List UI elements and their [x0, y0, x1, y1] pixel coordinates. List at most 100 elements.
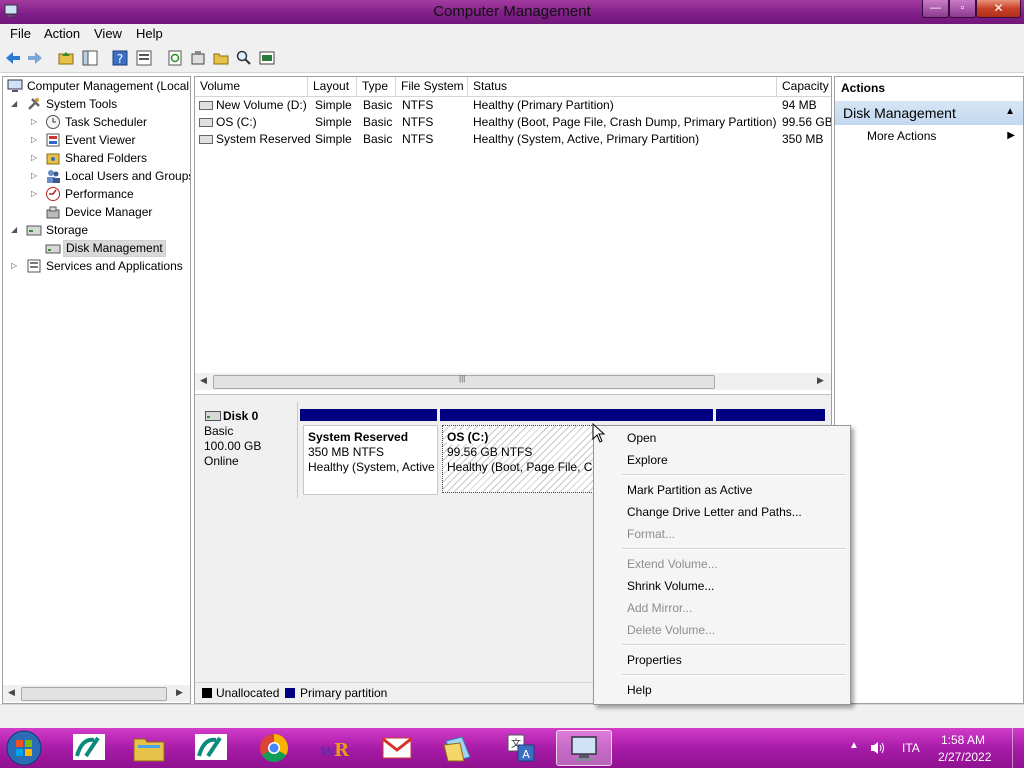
clock-date[interactable]: 2/27/2022: [938, 750, 991, 764]
table-row[interactable]: System Reserved Simple Basic NTFS Health…: [195, 131, 831, 148]
mouse-cursor-icon: [592, 423, 606, 443]
menu-item-open[interactable]: Open: [627, 428, 656, 448]
refresh-icon[interactable]: [166, 49, 184, 67]
close-button[interactable]: ✕: [976, 0, 1021, 18]
clock-time[interactable]: 1:58 AM: [941, 733, 985, 747]
storage-icon: [26, 225, 42, 236]
menu-item-delete-volume[interactable]: Delete Volume...: [627, 620, 715, 640]
taskbar-app[interactable]: [62, 730, 118, 766]
menu-item-format[interactable]: Format...: [627, 524, 675, 544]
volume-list-header: Volume Layout Type File System Status Ca…: [195, 77, 831, 97]
computer-icon: [7, 79, 23, 92]
svg-text:?: ?: [117, 52, 123, 66]
expand-arrow-icon[interactable]: ▷: [31, 167, 39, 185]
table-row[interactable]: OS (C:) Simple Basic NTFS Healthy (Boot,…: [195, 114, 831, 131]
up-folder-icon[interactable]: [57, 49, 75, 67]
table-row[interactable]: New Volume (D:) Simple Basic NTFS Health…: [195, 97, 831, 114]
taskbar-app[interactable]: [184, 730, 240, 766]
help-icon[interactable]: ?: [111, 49, 129, 67]
start-button-icon[interactable]: [4, 729, 44, 767]
translate-icon: 文A: [507, 734, 535, 762]
scroll-thumb[interactable]: [21, 687, 167, 701]
actions-section-disk-management[interactable]: Disk Management ▲: [835, 101, 1023, 125]
show-desktop-button[interactable]: [1012, 728, 1024, 768]
collapse-up-icon[interactable]: ▲: [1005, 106, 1015, 117]
console-tree[interactable]: Computer Management (Local ◢ System Tool…: [2, 76, 191, 704]
expand-arrow-icon[interactable]: ▷: [31, 113, 39, 131]
column-layout[interactable]: Layout: [308, 77, 357, 96]
menu-item-change-drive-letter[interactable]: Change Drive Letter and Paths...: [627, 502, 802, 522]
forward-icon[interactable]: [26, 49, 44, 67]
menu-item-add-mirror[interactable]: Add Mirror...: [627, 598, 692, 618]
volume-speaker-icon[interactable]: [869, 740, 887, 756]
expand-arrow-icon[interactable]: ▷: [11, 257, 19, 275]
menu-item-extend-volume[interactable]: Extend Volume...: [627, 554, 718, 574]
column-status[interactable]: Status: [468, 77, 777, 96]
menu-bar: File Action View Help: [0, 24, 1024, 44]
column-volume[interactable]: Volume: [195, 77, 308, 96]
tree-horizontal-scrollbar[interactable]: ◀ ▶: [3, 685, 190, 702]
open-folder-icon[interactable]: [212, 49, 230, 67]
search-icon[interactable]: [235, 49, 253, 67]
taskbar-app[interactable]: w R: [308, 730, 364, 766]
scroll-right-icon[interactable]: ▶: [817, 375, 824, 386]
disk-properties-icon[interactable]: [258, 49, 276, 67]
partition-system-reserved[interactable]: System Reserved 350 MB NTFS Healthy (Sys…: [303, 425, 438, 495]
shared-folder-icon: [46, 153, 60, 165]
maximize-button[interactable]: ▫: [949, 0, 976, 18]
taskbar-app[interactable]: [122, 730, 178, 766]
menu-item-help[interactable]: Help: [627, 680, 652, 700]
column-file-system[interactable]: File System: [396, 77, 468, 96]
menu-item-mark-active[interactable]: Mark Partition as Active: [627, 480, 752, 500]
menu-view[interactable]: View: [94, 26, 122, 41]
show-hide-tree-icon[interactable]: [81, 49, 99, 67]
column-type[interactable]: Type: [357, 77, 396, 96]
show-hidden-icons-icon[interactable]: ▲: [849, 740, 859, 751]
collapse-arrow-icon[interactable]: ◢: [11, 95, 19, 113]
taskbar-app-active[interactable]: [556, 730, 612, 766]
scroll-thumb[interactable]: |||: [213, 374, 715, 389]
expand-arrow-icon[interactable]: ▷: [31, 149, 39, 167]
grip-icon: |||: [459, 374, 466, 383]
credit-agricole-icon: [195, 734, 227, 760]
disk-name: Disk 0: [223, 409, 259, 423]
disk-size: 100.00 GB: [204, 439, 262, 453]
menu-help[interactable]: Help: [136, 26, 163, 41]
partition-bar: [716, 409, 825, 421]
svg-text:A: A: [522, 748, 530, 761]
disk-icon: [205, 411, 221, 421]
window-title: Computer Management: [433, 3, 591, 20]
scroll-right-icon[interactable]: ▶: [176, 687, 183, 698]
taskbar-app[interactable]: [432, 730, 488, 766]
minimize-button[interactable]: —: [922, 0, 949, 18]
gmail-icon: [382, 737, 412, 759]
volume-list-horizontal-scrollbar[interactable]: ◀ ||| ▶: [195, 373, 831, 390]
title-bar[interactable]: Computer Management — ▫ ✕: [0, 0, 1024, 24]
expand-arrow-icon[interactable]: ▷: [31, 185, 39, 203]
taskbar-app[interactable]: [246, 730, 302, 766]
menu-item-properties[interactable]: Properties: [627, 650, 682, 670]
taskbar-app[interactable]: [370, 730, 426, 766]
clock-icon: [46, 115, 60, 129]
actions-pane: Actions Disk Management ▲ More Actions ▶: [834, 76, 1024, 704]
scroll-left-icon[interactable]: ◀: [200, 375, 207, 386]
settings-icon[interactable]: [189, 49, 207, 67]
partition-os-c[interactable]: OS (C:) 99.56 GB NTFS Healthy (Boot, Pag…: [442, 425, 594, 493]
language-indicator[interactable]: ITA: [902, 741, 920, 755]
menu-action[interactable]: Action: [44, 26, 80, 41]
expand-arrow-icon[interactable]: ▷: [31, 131, 39, 149]
back-icon[interactable]: [4, 49, 22, 67]
menu-item-explore[interactable]: Explore: [627, 450, 668, 470]
menu-file[interactable]: File: [10, 26, 31, 41]
legend-label: Primary partition: [300, 686, 388, 700]
more-actions-item[interactable]: More Actions ▶: [835, 127, 1023, 147]
context-menu: Open Explore Mark Partition as Active Ch…: [593, 425, 851, 705]
taskbar-app[interactable]: 文A: [494, 730, 550, 766]
properties-icon[interactable]: [135, 49, 153, 67]
actions-header: Actions: [841, 81, 886, 95]
column-capacity[interactable]: Capacity: [777, 77, 831, 96]
disk-info-box[interactable]: Disk 0 Basic 100.00 GB Online: [195, 402, 298, 498]
scroll-left-icon[interactable]: ◀: [8, 687, 15, 698]
menu-item-shrink-volume[interactable]: Shrink Volume...: [627, 576, 714, 596]
collapse-arrow-icon[interactable]: ◢: [11, 221, 19, 239]
